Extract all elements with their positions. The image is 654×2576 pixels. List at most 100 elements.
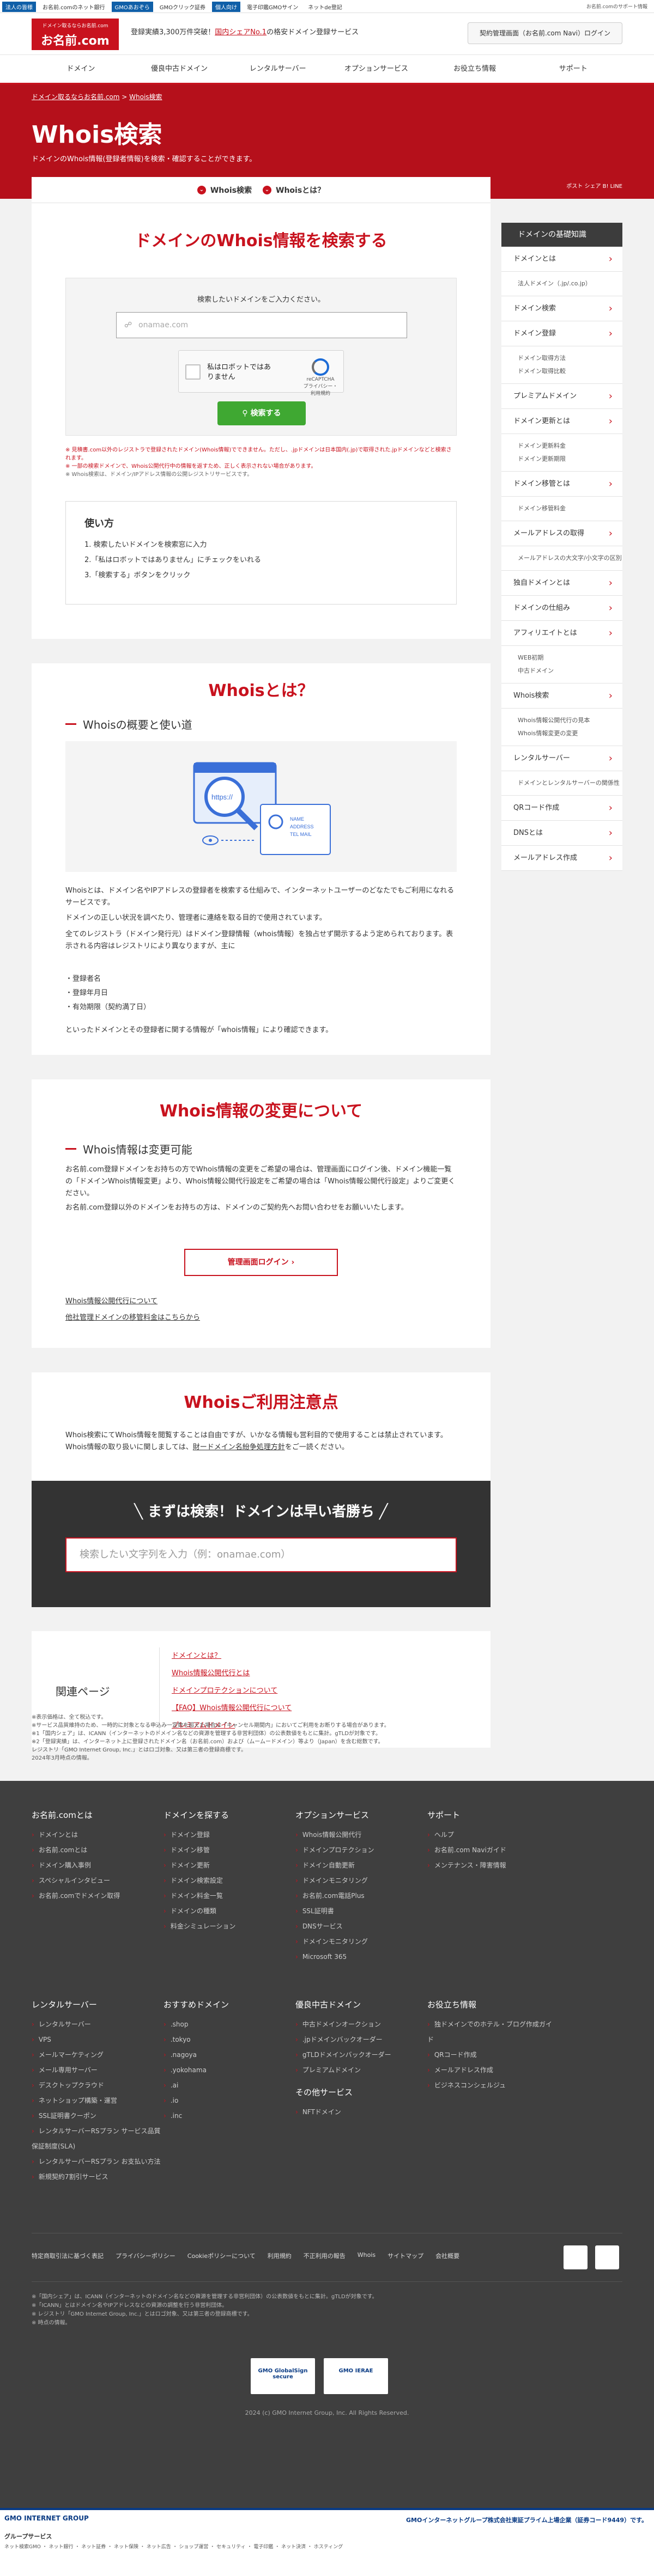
sidebar-subitem[interactable]: WEB初期 xyxy=(518,651,622,664)
sidebar-subitem[interactable]: Whois情報変更の変更 xyxy=(518,727,622,740)
tab-whois-about[interactable]: ⌄ Whoisとは？ xyxy=(263,185,325,196)
footer-link[interactable]: お名前.comとは xyxy=(32,1842,162,1858)
footer-link[interactable]: お名前.com Naviガイド xyxy=(427,1842,558,1858)
footer-link[interactable]: 中古ドメインオークション xyxy=(295,2017,426,2032)
legal-link[interactable]: Whois xyxy=(358,2251,376,2260)
share-buttons[interactable]: ポスト シェア B! LINE xyxy=(566,181,622,190)
sidebar-item[interactable]: ドメインとは xyxy=(501,247,622,272)
footer-link[interactable]: メールアドレス作成 xyxy=(427,2062,558,2078)
footer-link[interactable]: 新規契約7割引サービス xyxy=(32,2169,162,2184)
sidebar-item[interactable]: DNSとは xyxy=(501,821,622,846)
footer-link[interactable]: .jpドメインバックオーダー xyxy=(295,2032,426,2047)
footer-link[interactable]: ドメイン更新 xyxy=(164,1858,294,1873)
footer-link[interactable]: VPS xyxy=(32,2032,162,2047)
gmo-ir-link[interactable]: GMOインターネットグループ株式会社東証プライム上場企業（証券コード9449）で… xyxy=(406,2516,647,2524)
gmo-logo[interactable]: GMO INTERNET GROUP xyxy=(4,2514,89,2522)
breadcrumb-home[interactable]: ドメイン取るならお名前.com xyxy=(32,93,119,101)
footer-link[interactable]: ネットショップ構築・運営 xyxy=(32,2093,162,2108)
footer-link[interactable]: .nagoya xyxy=(164,2047,294,2062)
footer-link[interactable]: NFTドメイン xyxy=(295,2104,426,2120)
footer-link[interactable]: ドメインプロテクション xyxy=(295,1842,426,1858)
tagline-share-link[interactable]: 国内シェアNo.1 xyxy=(215,28,267,36)
recaptcha-checkbox[interactable] xyxy=(185,364,201,380)
sidebar-item[interactable]: ドメインの仕組み xyxy=(501,596,622,621)
globalsign-seal[interactable]: GMO GlobalSign secure xyxy=(251,2358,315,2394)
iso-badge[interactable] xyxy=(595,2245,619,2269)
legal-link[interactable]: 会社概要 xyxy=(435,2251,459,2260)
navi-login-button[interactable]: 契約管理画面（お名前.com Navi）ログイン xyxy=(468,22,622,44)
sidebar-item[interactable]: プレミアムドメイン xyxy=(501,384,622,409)
group-links[interactable]: ネット検索GMO ・ ネット銀行 ・ ネット証券 ・ ネット保険 ・ ネット広告… xyxy=(4,2543,650,2550)
footer-link[interactable]: gTLDドメインバックオーダー xyxy=(295,2047,426,2062)
footer-link[interactable]: ドメインモニタリング xyxy=(295,1873,426,1888)
top-link[interactable]: お名前.comのネット銀行 xyxy=(39,2,108,12)
footer-link[interactable]: .tokyo xyxy=(164,2032,294,2047)
nav-options[interactable]: オプションサービス xyxy=(327,55,426,83)
sidebar-subitem[interactable]: ドメイン取得比較 xyxy=(518,365,622,378)
footer-link[interactable]: メールマーケティング xyxy=(32,2047,162,2062)
footer-link[interactable]: .yokohama xyxy=(164,2062,294,2078)
admin-login-button[interactable]: 管理画面ログイン › xyxy=(184,1249,338,1276)
top-link[interactable]: GMOあおぞら xyxy=(111,2,153,12)
sidebar-item[interactable]: ドメイン更新とは xyxy=(501,409,622,434)
sidebar-item[interactable]: メールアドレスの取得 xyxy=(501,521,622,546)
nav-useful-info[interactable]: お役立ち情報 xyxy=(426,55,524,83)
sidebar-subitem[interactable]: メールアドレスの大文字/小文字の区別 xyxy=(518,552,622,565)
footer-link[interactable]: SSL証明書 xyxy=(295,1903,426,1919)
domain-search-input[interactable]: ☍ onamae.com xyxy=(116,312,407,338)
footer-link[interactable]: Whois情報公開代行 xyxy=(295,1827,426,1842)
onamae-logo[interactable]: ドメイン取るならお名前.com お名前.com xyxy=(32,19,119,50)
top-link[interactable]: 電子印鑑GMOサイン xyxy=(244,2,301,12)
legal-link[interactable]: サイトマップ xyxy=(387,2251,423,2260)
top-link[interactable]: 個人向け xyxy=(212,2,241,12)
nav-support[interactable]: サポート xyxy=(524,55,622,83)
sidebar-item[interactable]: メールアドレス作成 xyxy=(501,846,622,871)
legal-link[interactable]: 利用規約 xyxy=(268,2251,292,2260)
footer-link[interactable]: お名前.com電話Plus xyxy=(295,1888,426,1903)
top-link[interactable]: ネットde登記 xyxy=(305,2,346,12)
sidebar-item[interactable]: アフィリエイトとは xyxy=(501,621,622,646)
sidebar-subitem[interactable]: ドメイン移管料金 xyxy=(518,502,622,515)
footer-link[interactable]: 料金シミュレーション xyxy=(164,1919,294,1934)
sidebar-item[interactable]: 独自ドメインとは xyxy=(501,571,622,596)
related-link[interactable]: Whois情報公開代行とは xyxy=(172,1665,292,1682)
privacy-mark-badge[interactable] xyxy=(564,2245,588,2269)
footer-link[interactable]: Microsoft 365 xyxy=(295,1949,426,1964)
legal-link[interactable]: 不正利用の報告 xyxy=(304,2251,346,2260)
sidebar-item[interactable]: ドメイン検索 xyxy=(501,296,622,321)
footer-link[interactable]: メール専用サーバー xyxy=(32,2062,162,2078)
search-button[interactable]: ⚲ 検索する xyxy=(217,401,306,425)
sidebar-item[interactable]: ドメイン登録 xyxy=(501,321,622,346)
support-info-link[interactable]: お名前.comのサポート情報 xyxy=(586,3,647,10)
sidebar-subitem[interactable]: ドメインとレンタルサーバーの関係性 xyxy=(518,777,622,790)
sidebar-item[interactable]: QRコード作成 xyxy=(501,796,622,821)
sidebar-subitem[interactable]: ドメイン更新期限 xyxy=(518,453,622,466)
tab-whois-search[interactable]: ⌄ Whois検索 xyxy=(197,185,252,196)
top-link[interactable]: 法人の皆様 xyxy=(2,2,36,12)
legal-link[interactable]: プライバシーポリシー xyxy=(116,2251,175,2260)
nav-used-domain[interactable]: 優良中古ドメイン xyxy=(130,55,229,83)
sidebar-item[interactable]: レンタルサーバー xyxy=(501,746,622,771)
top-link[interactable]: GMOクリック証券 xyxy=(156,2,209,12)
footer-link[interactable]: ヘルプ xyxy=(427,1827,558,1842)
ierae-seal[interactable]: GMO IERAE xyxy=(324,2358,388,2394)
related-link[interactable]: ドメインとは？ xyxy=(172,1647,292,1665)
footer-link[interactable]: DNSサービス xyxy=(295,1919,426,1934)
footer-link[interactable]: ドメイン料金一覧 xyxy=(164,1888,294,1903)
footer-link[interactable]: レンタルサーバーRSプラン お支払い方法 xyxy=(32,2154,162,2169)
footer-link[interactable]: メンテナンス・障害情報 xyxy=(427,1858,558,1873)
nav-rental-server[interactable]: レンタルサーバー xyxy=(228,55,327,83)
footer-link[interactable]: ドメインの種類 xyxy=(164,1903,294,1919)
sidebar-subitem[interactable]: 法人ドメイン（.jp/.co.jp） xyxy=(518,277,622,290)
sidebar-item[interactable]: ドメイン移管とは xyxy=(501,472,622,497)
legal-link[interactable]: Cookieポリシーについて xyxy=(187,2251,256,2260)
footer-link[interactable]: スペシャルインタビュー xyxy=(32,1873,162,1888)
footer-link[interactable]: デスクトップクラウド xyxy=(32,2078,162,2093)
footer-link[interactable]: レンタルサーバーRSプラン サービス品質保証制度(SLA) xyxy=(32,2123,162,2154)
sidebar-item[interactable]: Whois検索 xyxy=(501,683,622,709)
whois-proxy-link[interactable]: Whois情報公開代行について xyxy=(65,1293,200,1310)
footer-link[interactable]: ドメインとは xyxy=(32,1827,162,1842)
sidebar-subitem[interactable]: Whois情報公開代行の見本 xyxy=(518,714,622,727)
footer-link[interactable]: QRコード作成 xyxy=(427,2047,558,2062)
cta-search-input[interactable]: 検索したい文字列を入力（例：onamae.com） xyxy=(65,1537,457,1572)
